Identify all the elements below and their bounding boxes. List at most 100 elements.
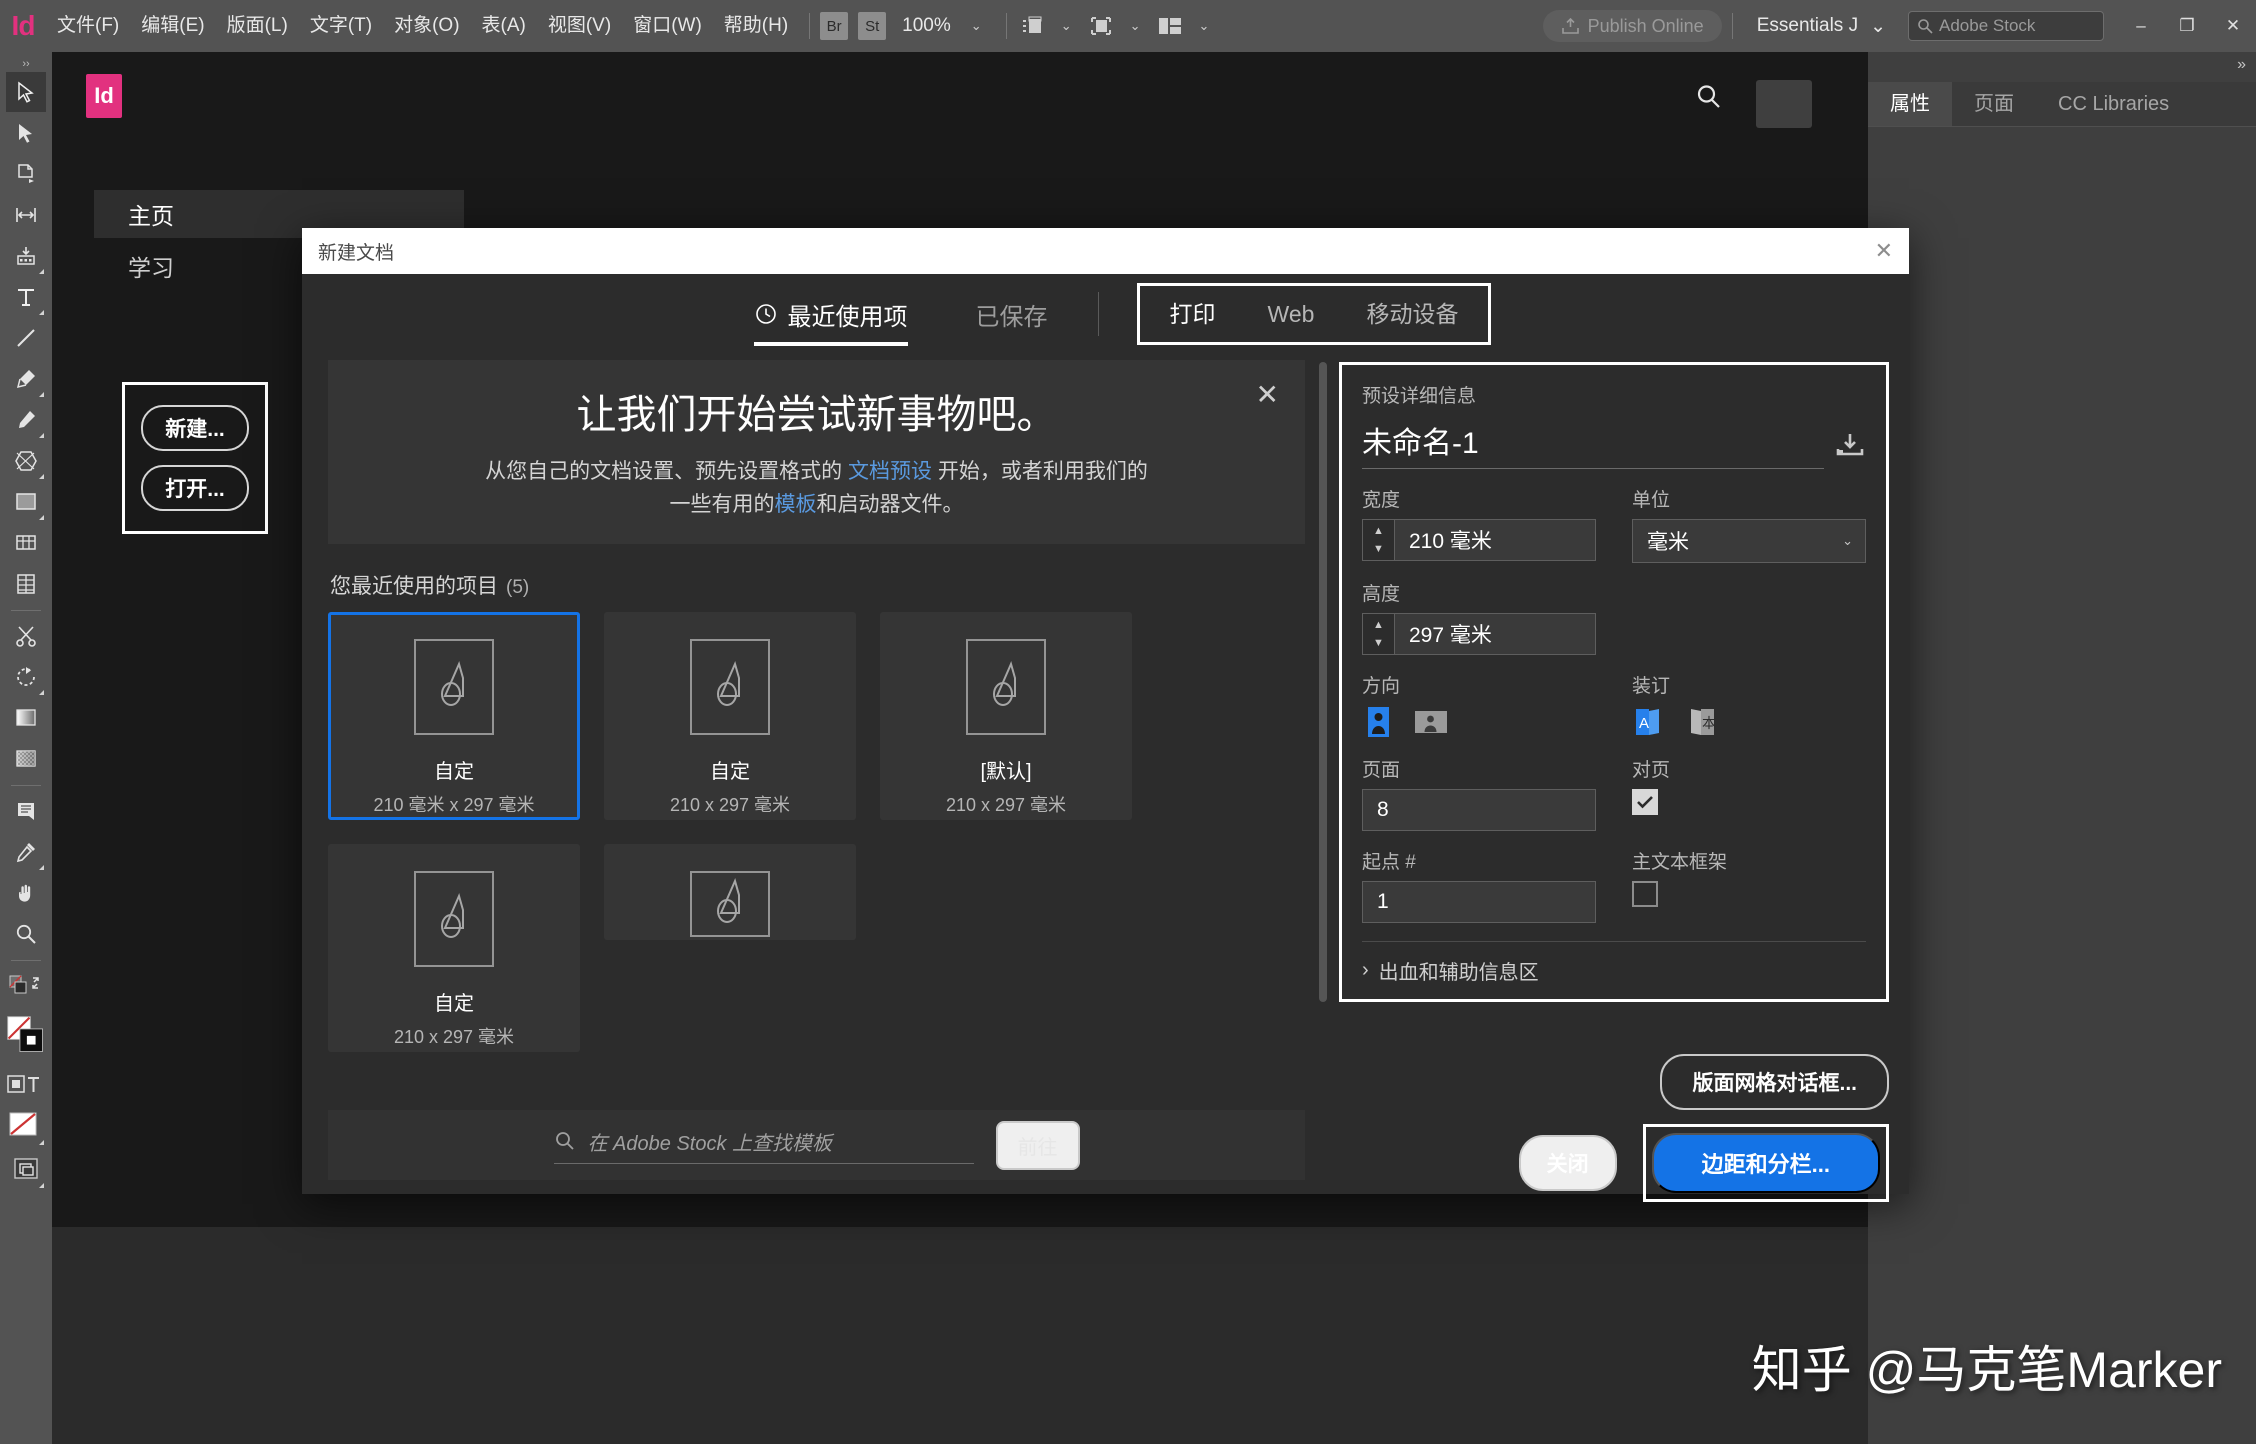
tab-recent[interactable]: 最近使用项 (753, 286, 908, 346)
binding-buttons: A 本 (1632, 705, 1866, 739)
tab-saved[interactable]: 已保存 (976, 286, 1048, 342)
hand-tool[interactable] (6, 873, 46, 913)
primary-text-frame-checkbox[interactable] (1632, 881, 1658, 907)
rectangle-tool[interactable] (6, 482, 46, 522)
gap-tool[interactable] (6, 195, 46, 235)
width-input[interactable]: 210 毫米 (1394, 519, 1596, 561)
tab-web[interactable]: Web (1242, 286, 1341, 342)
tab-mobile[interactable]: 移动设备 (1340, 286, 1484, 342)
grid-tool[interactable] (6, 564, 46, 604)
zoom-tool[interactable] (6, 914, 46, 954)
promo-close-icon[interactable]: ✕ (1256, 378, 1279, 411)
chevron-right-icon: › (1362, 959, 1369, 981)
formatting-affects-icon[interactable] (6, 1064, 46, 1104)
recent-card[interactable]: 自定 210 毫米 x 297 毫米 (328, 612, 580, 820)
gradient-swatch-tool[interactable] (6, 698, 46, 738)
height-input[interactable]: 297 毫米 (1394, 613, 1596, 655)
pencil-tool[interactable] (6, 400, 46, 440)
arrange-chevron-down-icon[interactable]: ⌄ (1185, 18, 1224, 34)
scrollbar-thumb[interactable] (1319, 362, 1327, 1002)
content-collector-tool[interactable] (6, 236, 46, 276)
save-preset-icon[interactable] (1834, 432, 1866, 469)
recent-items-scrollbar[interactable] (1319, 362, 1327, 1122)
stock-go-button[interactable]: 前往 (995, 1120, 1080, 1170)
promo-link-presets[interactable]: 文档预设 (848, 460, 932, 483)
new-document-button[interactable]: 新建... (141, 405, 249, 451)
dock-tab-cc-libraries[interactable]: CC Libraries (2036, 82, 2191, 126)
units-select[interactable]: 毫米 ⌄ (1632, 519, 1866, 563)
tab-print[interactable]: 打印 (1144, 286, 1242, 342)
page-tool[interactable] (6, 154, 46, 194)
eyedropper-tool[interactable] (6, 832, 46, 872)
portrait-icon[interactable] (1362, 705, 1396, 739)
scissors-tool[interactable] (6, 616, 46, 656)
menu-layout[interactable]: 版面(L) (216, 0, 299, 52)
recent-card[interactable] (604, 844, 856, 940)
shape-frame-tool[interactable] (6, 441, 46, 481)
screen-mode-icon[interactable] (1086, 13, 1116, 39)
screen-mode-tool[interactable] (6, 1148, 46, 1190)
dialog-title: 新建文档 (318, 242, 395, 264)
height-stepper[interactable]: ▲ ▼ (1362, 613, 1394, 655)
view-options-chevron-down-icon[interactable]: ⌄ (1047, 18, 1086, 34)
promo-link-templates[interactable]: 模板 (775, 493, 817, 516)
menu-window[interactable]: 窗口(W) (622, 0, 713, 52)
menu-type[interactable]: 文字(T) (299, 0, 383, 52)
restore-button[interactable]: ❐ (2164, 0, 2210, 52)
selection-tool[interactable] (6, 72, 46, 112)
start-number-input[interactable]: 1 (1362, 881, 1596, 923)
preset-name-input[interactable]: 未命名-1 (1362, 418, 1824, 469)
stock-template-search-input[interactable]: 在 Adobe Stock 上查找模板 (553, 1127, 974, 1164)
dialog-close-icon[interactable]: ✕ (1875, 238, 1893, 264)
facing-pages-checkbox[interactable] (1632, 789, 1658, 815)
dock-expand-icon[interactable]: » (2237, 56, 2246, 74)
minimize-button[interactable]: – (2118, 0, 2164, 52)
dock-tab-pages[interactable]: 页面 (1952, 82, 2036, 126)
binding-left-to-right-icon[interactable]: A (1632, 705, 1666, 739)
binding-right-to-left-icon[interactable]: 本 (1684, 705, 1718, 739)
gradient-feather-tool[interactable] (6, 739, 46, 779)
menu-table[interactable]: 表(A) (471, 0, 537, 52)
publish-online-button[interactable]: Publish Online (1542, 10, 1722, 42)
menu-view[interactable]: 视图(V) (537, 0, 622, 52)
line-tool[interactable] (6, 318, 46, 358)
open-document-button[interactable]: 打开... (141, 465, 249, 511)
margins-and-columns-button[interactable]: 边距和分栏... (1651, 1133, 1880, 1193)
pages-input[interactable]: 8 (1362, 789, 1596, 831)
width-stepper[interactable]: ▲ ▼ (1362, 519, 1394, 561)
recent-card[interactable]: 自定 210 x 297 毫米 (328, 844, 580, 1052)
tools-panel-grip[interactable]: ›› (22, 58, 29, 72)
arrange-documents-icon[interactable] (1155, 13, 1185, 39)
view-options-icon[interactable] (1017, 13, 1047, 39)
dock-tab-properties[interactable]: 属性 (1868, 82, 1952, 126)
free-transform-tool[interactable] (6, 657, 46, 697)
recent-card[interactable]: [默认] 210 x 297 毫米 (880, 612, 1132, 820)
direct-selection-tool[interactable] (6, 113, 46, 153)
fill-stroke-proxy[interactable] (6, 1007, 46, 1063)
apply-none-icon[interactable] (6, 1105, 46, 1147)
recent-card[interactable]: 自定 210 x 297 毫米 (604, 612, 856, 820)
menu-file[interactable]: 文件(F) (46, 0, 130, 52)
home-search-icon[interactable] (1692, 80, 1726, 114)
layout-grid-button[interactable]: 版面网格对话框... (1660, 1054, 1889, 1110)
stock-button[interactable]: St (858, 12, 887, 40)
user-avatar[interactable] (1756, 80, 1812, 128)
bleed-slug-section[interactable]: › 出血和辅助信息区 (1362, 941, 1866, 985)
zoom-chevron-down-icon[interactable]: ⌄ (957, 18, 996, 34)
landscape-icon[interactable] (1414, 705, 1448, 739)
menu-object[interactable]: 对象(O) (383, 0, 470, 52)
dialog-close-button[interactable]: 关闭 (1518, 1135, 1617, 1191)
note-tool[interactable] (6, 791, 46, 831)
fill-stroke-swap-icon[interactable] (6, 966, 46, 1006)
pen-tool[interactable] (6, 359, 46, 399)
close-button[interactable]: ✕ (2210, 0, 2256, 52)
menu-help[interactable]: 帮助(H) (713, 0, 799, 52)
zoom-level-value[interactable]: 100% (902, 15, 951, 37)
table-tool[interactable] (6, 523, 46, 563)
type-tool[interactable] (6, 277, 46, 317)
screen-mode-chevron-down-icon[interactable]: ⌄ (1116, 18, 1155, 34)
workspace-switcher[interactable]: Essentials J ⌄ (1743, 15, 1900, 38)
adobe-stock-search-input[interactable]: Adobe Stock (1908, 11, 2104, 41)
menu-edit[interactable]: 编辑(E) (130, 0, 215, 52)
bridge-button[interactable]: Br (820, 12, 849, 40)
